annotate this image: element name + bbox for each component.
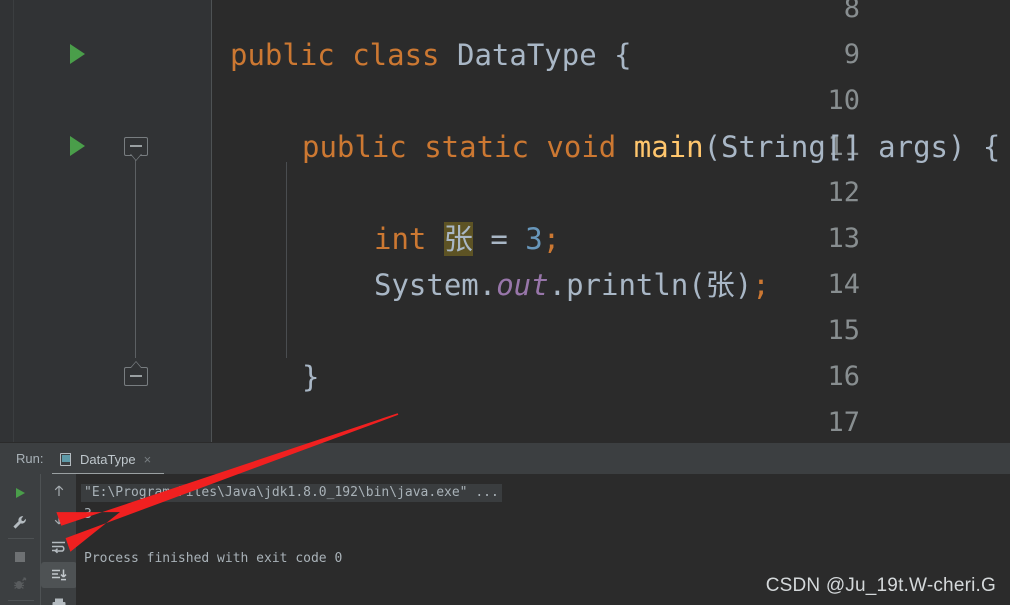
editor-line: 16} (0, 354, 1010, 400)
scroll-to-end-button[interactable] (41, 562, 77, 588)
line-number: 14 (827, 269, 860, 300)
code-token: 3 (525, 222, 543, 256)
code-token: ; (752, 268, 770, 302)
editor-line: 10 (0, 78, 1010, 124)
code-text: public class DataType { (230, 32, 632, 78)
run-toolbar-secondary[interactable] (40, 474, 77, 605)
settings-button[interactable] (2, 510, 38, 536)
printer-icon (52, 598, 66, 605)
line-number: 16 (827, 361, 860, 392)
code-token: DataType (456, 38, 597, 72)
scroll-to-end-icon (52, 569, 67, 581)
console-output-line: Process finished with exit code 0 (84, 551, 343, 566)
console-output-line: 3 (84, 507, 92, 522)
code-editor[interactable]: 8 9 public class DataType {10 11 public stat… (0, 0, 1010, 442)
play-icon (16, 488, 25, 498)
fold-close-icon[interactable] (124, 361, 148, 389)
stop-button[interactable] (2, 544, 38, 570)
rerun-failed-button[interactable] (2, 572, 38, 598)
rerun-button[interactable] (2, 480, 38, 506)
line-number: 12 (827, 177, 860, 208)
code-token: } (302, 360, 320, 394)
code-token: .println(张) (548, 268, 753, 302)
print-button[interactable] (41, 592, 77, 605)
run-panel-header: Run: DataType × (0, 442, 1010, 475)
code-token: out (496, 268, 549, 302)
run-tab-label: DataType (80, 451, 136, 467)
arrow-up-icon (54, 485, 64, 496)
prev-occurrence-button[interactable] (41, 478, 77, 504)
toolbar-separator-2 (8, 600, 34, 601)
bug-icon (14, 577, 27, 589)
next-occurrence-button[interactable] (41, 506, 77, 532)
line-number: 15 (827, 315, 860, 346)
line-number: 10 (827, 85, 860, 116)
editor-line: 13 int 张 = 3; (0, 216, 1010, 262)
editor-line: 15 (0, 308, 1010, 354)
editor-line: 8 (0, 0, 1010, 32)
editor-line: 11 public static void main(String[] args)… (0, 124, 1010, 170)
line-number: 8 (843, 0, 860, 24)
editor-line: 14 System.out.println(张); (0, 262, 1010, 308)
run-tab-datatype[interactable]: DataType × (52, 443, 159, 475)
code-token: main (633, 130, 704, 164)
editor-line: 9 public class DataType { (0, 32, 1010, 78)
stop-square-icon (15, 552, 25, 562)
arrow-down-icon (54, 514, 64, 525)
watermark-text: CSDN @Ju_19t.W-cheri.G (765, 575, 996, 596)
soft-wrap-icon (52, 541, 65, 554)
code-text: System.out.println(张); (374, 262, 770, 308)
toolbar-separator (8, 538, 34, 539)
run-toolbar-primary[interactable] (0, 474, 40, 605)
soft-wrap-button[interactable] (41, 534, 77, 560)
code-token: (String[] args) { (703, 130, 1001, 164)
editor-line: 17 (0, 400, 1010, 442)
fold-open-icon[interactable] (124, 137, 148, 161)
ide-window: 8 9 public class DataType {10 11 public stat… (0, 0, 1010, 605)
console-command-line: "E:\Program Files\Java\jdk1.8.0_192\bin\… (81, 484, 502, 502)
code-token: int (374, 222, 444, 256)
line-number: 17 (827, 407, 860, 438)
code-token: ; (542, 222, 561, 256)
code-token: 张 (443, 222, 473, 256)
close-icon[interactable]: × (144, 452, 152, 467)
code-token: = (472, 222, 526, 256)
wrench-icon (13, 516, 26, 529)
code-token: public static void (302, 130, 634, 164)
code-text: public static void main(String[] args) { (302, 124, 1000, 170)
editor-line: 12 (0, 170, 1010, 216)
line-number: 13 (827, 223, 860, 254)
line-number: 9 (843, 39, 860, 70)
run-gutter-icon[interactable] (70, 136, 85, 156)
code-token: System. (374, 268, 497, 302)
code-text: } (302, 354, 319, 400)
console-icon (60, 452, 74, 466)
run-gutter-icon[interactable] (70, 44, 85, 64)
code-token: public class (230, 38, 457, 72)
code-text: int 张 = 3; (374, 216, 560, 262)
code-token: { (596, 38, 632, 72)
run-label: Run: (16, 451, 44, 466)
